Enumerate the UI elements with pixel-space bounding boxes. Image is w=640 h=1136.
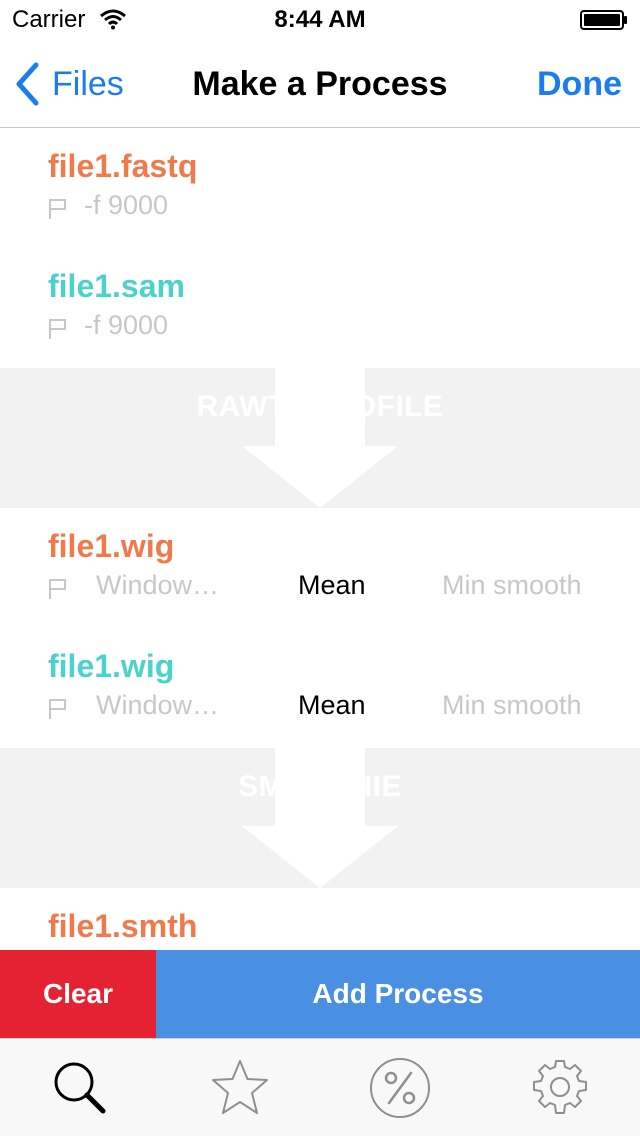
battery-icon	[580, 10, 627, 30]
file-params[interactable]: -f 9000	[48, 310, 608, 346]
min-smooth-param[interactable]: Min smooth	[442, 690, 582, 721]
file-row[interactable]: file1.wig Window… Mean Min smooth	[0, 508, 640, 628]
file-params[interactable]: Window… Mean Min smooth	[48, 690, 608, 726]
search-icon	[54, 1062, 106, 1114]
file-params[interactable]: Window… Mean Min smooth	[48, 570, 608, 606]
done-button[interactable]: Done	[537, 65, 622, 104]
process-band-rawtoprofile: RAWTOPROFILE	[0, 368, 640, 508]
tab-settings[interactable]	[480, 1039, 640, 1136]
flag-icon	[49, 319, 66, 339]
process-label: RAWTOPROFILE	[196, 390, 444, 423]
file-params[interactable]: -f 9000	[48, 190, 608, 226]
status-time: 8:44 AM	[274, 6, 366, 33]
status-bar: Carrier 8:44 AM	[0, 0, 640, 40]
tab-bar	[0, 1038, 640, 1136]
down-arrow-icon	[242, 368, 398, 508]
file-name: file1.smth	[48, 908, 198, 944]
param-value: -f 9000	[84, 190, 169, 220]
tab-search[interactable]	[0, 1039, 160, 1136]
flag-icon	[49, 199, 66, 219]
flag-icon	[49, 699, 66, 719]
navigation-bar: Files Make a Process Done	[0, 40, 640, 128]
add-process-button[interactable]: Add Process	[156, 950, 640, 1038]
file-name: file1.wig	[48, 528, 175, 564]
percent-icon	[370, 1058, 430, 1118]
mean-param[interactable]: Mean	[298, 690, 366, 721]
process-band-smoothie: SMOOTHIE	[0, 748, 640, 888]
file-name: file1.fastq	[48, 148, 198, 184]
flag-icon	[49, 579, 66, 599]
star-icon	[212, 1060, 268, 1114]
file-name: file1.wig	[48, 648, 175, 684]
gear-icon	[533, 1060, 587, 1114]
file-row[interactable]: file1.wig Window… Mean Min smooth	[0, 628, 640, 748]
file-row[interactable]: file1.fastq -f 9000	[0, 128, 640, 248]
window-param[interactable]: Window…	[96, 570, 219, 601]
param-value: -f 9000	[84, 310, 169, 340]
process-label: SMOOTHIE	[237, 770, 402, 803]
file-row[interactable]: file1.smth	[0, 888, 640, 950]
tab-percent[interactable]	[320, 1039, 480, 1136]
file-row[interactable]: file1.sam -f 9000	[0, 248, 640, 368]
down-arrow-icon	[242, 748, 398, 888]
clear-button[interactable]: Clear	[0, 950, 156, 1038]
file-name: file1.sam	[48, 268, 185, 304]
min-smooth-param[interactable]: Min smooth	[442, 570, 582, 601]
mean-param[interactable]: Mean	[298, 570, 366, 601]
tab-favorites[interactable]	[160, 1039, 320, 1136]
window-param[interactable]: Window…	[96, 690, 219, 721]
